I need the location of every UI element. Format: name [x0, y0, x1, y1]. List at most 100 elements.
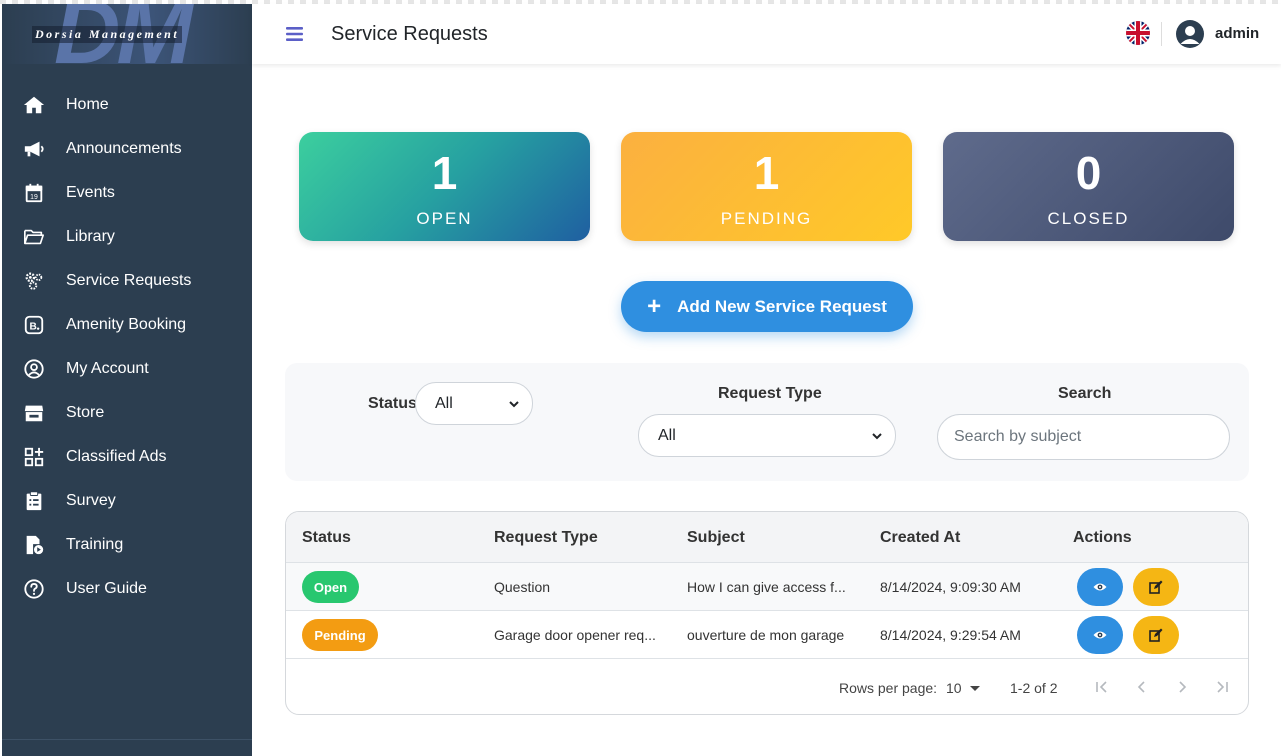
request-type-select[interactable]: All — [638, 414, 896, 457]
sidebar-item-label: Amenity Booking — [66, 316, 187, 333]
subject-cell: ouverture de mon garage — [687, 627, 845, 643]
sidebar-item-label: Classified Ads — [66, 448, 167, 465]
gears-icon — [21, 269, 47, 293]
brand-name: Dorsia Management — [32, 26, 183, 43]
add-service-request-button[interactable]: + Add New Service Request — [621, 281, 913, 332]
sidebar-item-store[interactable]: Store — [2, 391, 252, 435]
view-button[interactable] — [1077, 616, 1123, 654]
page-range: 1-2 of 2 — [1010, 680, 1058, 696]
stat-card-closed[interactable]: 0 CLOSED — [943, 132, 1234, 241]
top-header: Service Requests admin — [252, 4, 1281, 64]
edit-icon — [1149, 628, 1163, 642]
request-type-filter-label: Request Type — [718, 385, 822, 402]
sidebar-item-training[interactable]: Training — [2, 523, 252, 567]
sidebar-item-label: Library — [66, 228, 115, 245]
svg-text:19: 19 — [30, 194, 38, 201]
sidebar-item-label: Events — [66, 184, 115, 201]
sidebar-item-user-guide[interactable]: User Guide — [2, 567, 252, 611]
menu-toggle-button[interactable] — [284, 23, 306, 45]
stat-label: CLOSED — [1047, 209, 1130, 228]
pagination: Rows per page: 10 1-2 of 2 — [286, 660, 1248, 714]
sidebar-item-announcements[interactable]: Announcements — [2, 127, 252, 171]
sidebar-item-library[interactable]: Library — [2, 215, 252, 259]
eye-icon — [1093, 631, 1107, 639]
sidebar-item-classified-ads[interactable]: Classified Ads — [2, 435, 252, 479]
column-header-status[interactable]: Status — [302, 529, 351, 547]
sidebar-item-label: Announcements — [66, 140, 182, 157]
rows-per-page-label: Rows per page: — [839, 680, 938, 696]
sidebar-item-events[interactable]: 19 Events — [2, 171, 252, 215]
table-header: Status Request Type Subject Created At A… — [286, 512, 1248, 563]
stat-label: OPEN — [416, 209, 473, 228]
table-row[interactable]: Open Question How I can give access f...… — [286, 563, 1248, 611]
subject-cell: How I can give access f... — [687, 579, 846, 595]
stat-card-pending[interactable]: 1 PENDING — [621, 132, 912, 241]
stat-label: PENDING — [720, 209, 813, 228]
first-page-button[interactable] — [1090, 675, 1114, 699]
hamburger-icon — [286, 27, 303, 41]
column-header-request-type[interactable]: Request Type — [494, 529, 598, 547]
next-page-button[interactable] — [1170, 675, 1194, 699]
sidebar-item-label: Survey — [66, 492, 116, 509]
stat-count: 1 — [431, 147, 458, 199]
booking-icon: B — [21, 313, 47, 337]
last-page-icon — [1217, 681, 1228, 693]
edit-icon — [1149, 580, 1163, 594]
sidebar: DM Dorsia Management Home Announcements … — [2, 4, 252, 756]
sidebar-item-amenity-booking[interactable]: B Amenity Booking — [2, 303, 252, 347]
request-type-cell: Question — [494, 579, 551, 595]
status-select-value: All — [435, 394, 453, 412]
chevron-down-icon — [872, 432, 882, 439]
created-at-cell: 8/14/2024, 9:09:30 AM — [880, 579, 1021, 595]
brand-logo[interactable]: DM Dorsia Management — [2, 4, 252, 64]
sidebar-item-home[interactable]: Home — [2, 83, 252, 127]
sidebar-item-survey[interactable]: Survey — [2, 479, 252, 523]
status-select[interactable]: All — [415, 382, 533, 425]
eye-icon — [1093, 583, 1107, 591]
first-page-icon — [1096, 681, 1107, 693]
status-badge: Pending — [302, 619, 378, 651]
stat-card-open[interactable]: 1 OPEN — [299, 132, 590, 241]
table-row[interactable]: Pending Garage door opener req... ouvert… — [286, 611, 1248, 659]
column-header-created-at[interactable]: Created At — [880, 529, 960, 547]
header-divider — [1161, 22, 1162, 46]
service-requests-table: Status Request Type Subject Created At A… — [285, 511, 1249, 715]
calendar-icon: 19 — [21, 181, 47, 205]
search-filter-label: Search — [1058, 385, 1112, 402]
stat-count: 1 — [753, 147, 780, 199]
plus-icon: + — [647, 292, 662, 320]
column-header-subject[interactable]: Subject — [687, 529, 745, 547]
view-button[interactable] — [1077, 568, 1123, 606]
chevron-right-icon — [1179, 681, 1187, 693]
caret-down-icon[interactable] — [970, 686, 980, 691]
sidebar-item-label: Training — [66, 536, 124, 553]
status-filter-label: Status — [368, 395, 417, 412]
previous-page-button[interactable] — [1130, 675, 1154, 699]
grid-plus-icon — [21, 445, 47, 469]
user-circle-icon — [21, 357, 47, 381]
uk-flag-icon[interactable] — [1126, 21, 1150, 45]
edit-button[interactable] — [1133, 616, 1179, 654]
training-video-icon — [21, 533, 47, 557]
avatar[interactable] — [1176, 20, 1204, 48]
column-header-actions: Actions — [1073, 529, 1132, 546]
megaphone-icon — [21, 137, 47, 161]
rows-per-page-select[interactable]: 10 — [946, 680, 962, 696]
last-page-button[interactable] — [1210, 675, 1234, 699]
sidebar-item-my-account[interactable]: My Account — [2, 347, 252, 391]
sidebar-item-label: User Guide — [66, 580, 147, 597]
sidebar-divider — [2, 739, 252, 740]
page-title: Service Requests — [331, 22, 488, 45]
sidebar-item-label: Home — [66, 96, 109, 113]
question-circle-icon — [21, 577, 47, 601]
username[interactable]: admin — [1215, 25, 1259, 42]
search-input[interactable] — [937, 414, 1230, 460]
edit-button[interactable] — [1133, 568, 1179, 606]
sidebar-item-label: Store — [66, 404, 105, 421]
sidebar-item-label: Service Requests — [66, 272, 192, 289]
chevron-left-icon — [1137, 681, 1145, 693]
stat-count: 0 — [1075, 147, 1102, 199]
sidebar-item-service-requests[interactable]: Service Requests — [2, 259, 252, 303]
add-button-label: Add New Service Request — [677, 296, 887, 316]
filter-panel: Status All Request Type All Search — [285, 363, 1249, 481]
